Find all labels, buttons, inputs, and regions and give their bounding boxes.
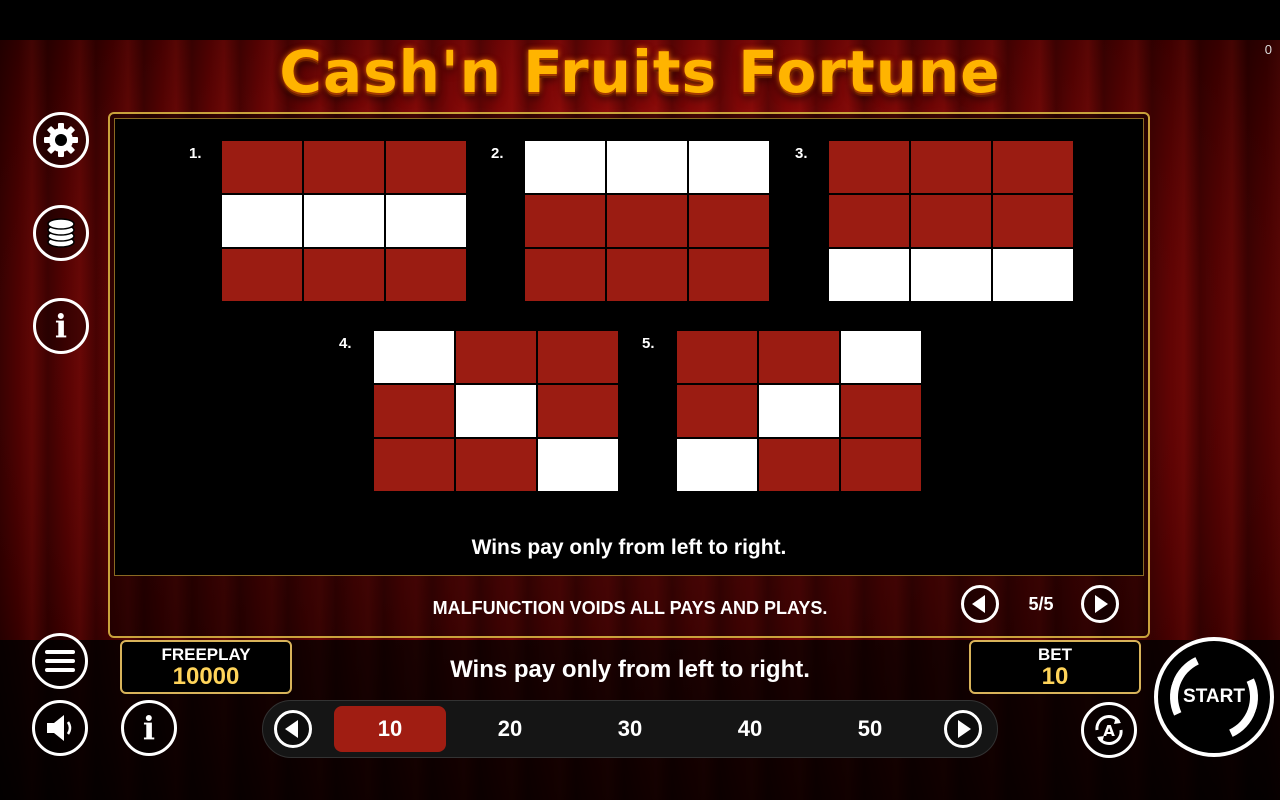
payline-cell-active <box>607 141 687 193</box>
payline-grid-1 <box>222 141 466 301</box>
payline-cell <box>374 439 454 491</box>
payline-cell <box>841 385 921 437</box>
page-indicator: 5/5 <box>1028 594 1054 614</box>
payline-cell-active <box>759 385 839 437</box>
payline-grid-4 <box>374 331 618 491</box>
line-option[interactable]: 40 <box>694 706 806 752</box>
payline-cell <box>993 141 1073 193</box>
line-option[interactable]: 20 <box>454 706 566 752</box>
payline-cell-active <box>222 195 302 247</box>
payline-cell-active <box>677 439 757 491</box>
arrow-left-icon <box>285 720 298 738</box>
balance-value: 10000 <box>172 663 240 690</box>
payline-cell <box>538 385 618 437</box>
lines-prev-button[interactable] <box>274 710 312 748</box>
payline-cell-active <box>993 249 1073 301</box>
payline-cell <box>374 385 454 437</box>
start-label: START <box>1183 686 1245 707</box>
payline-cell-active <box>911 249 991 301</box>
payline-cell <box>911 141 991 193</box>
payline-cell <box>841 439 921 491</box>
arrow-right-icon <box>1095 595 1108 613</box>
speaker-icon <box>47 715 72 741</box>
payline-cell <box>386 249 466 301</box>
payline-cell <box>222 141 302 193</box>
info-icon: i <box>142 709 156 747</box>
payline-cell <box>829 141 909 193</box>
payline-cell <box>538 331 618 383</box>
malfunction-notice: MALFUNCTION VOIDS ALL PAYS AND PLAYS. <box>432 598 828 618</box>
line-option[interactable]: 50 <box>814 706 926 752</box>
payline-cell <box>689 195 769 247</box>
payline-cell <box>607 195 687 247</box>
payline-cell-active <box>374 331 454 383</box>
lines-next-button[interactable] <box>944 710 982 748</box>
payline-cell <box>911 195 991 247</box>
autoplay-icon: A <box>1095 715 1123 745</box>
paylines-panel: 1. 2. 3. 4. 5. <box>114 118 1144 576</box>
game-title: Cash'n Fruits Fortune <box>279 38 1001 106</box>
payline-cell <box>525 195 605 247</box>
coins-button[interactable] <box>33 205 89 261</box>
payline-cell-active <box>304 195 384 247</box>
payline-cell <box>759 439 839 491</box>
line-option[interactable]: 10 <box>334 706 446 752</box>
bet-value: 10 <box>1041 663 1069 690</box>
start-spin-button[interactable]: START <box>1154 637 1274 757</box>
payline-cell-active <box>525 141 605 193</box>
payline-cell <box>386 141 466 193</box>
message-bar: Wins pay only from left to right. <box>450 656 810 683</box>
payline-cell <box>993 195 1073 247</box>
paytable-wins-note: Wins pay only from left to right. <box>471 536 787 559</box>
payline-cell <box>304 249 384 301</box>
payline-number: 5. <box>642 335 655 352</box>
payline-cell <box>677 331 757 383</box>
payline-number: 3. <box>795 145 808 162</box>
payline-cell-active <box>386 195 466 247</box>
balance-label: FREEPLAY <box>161 645 251 664</box>
prev-page-button[interactable] <box>961 585 999 623</box>
payline-grid-5 <box>677 331 921 491</box>
payline-cell <box>759 331 839 383</box>
payline-cell <box>456 439 536 491</box>
payline-cell <box>689 249 769 301</box>
payline-cell-active <box>841 331 921 383</box>
sound-button[interactable] <box>32 700 88 756</box>
menu-button[interactable] <box>32 633 88 689</box>
payline-cell-active <box>689 141 769 193</box>
autoplay-button[interactable]: A <box>1081 702 1137 758</box>
game-info-button[interactable]: i <box>121 700 177 756</box>
payline-cell <box>304 141 384 193</box>
payline-number: 2. <box>491 145 504 162</box>
payline-number: 1. <box>189 145 202 162</box>
next-page-button[interactable] <box>1081 585 1119 623</box>
payline-cell <box>607 249 687 301</box>
payline-grid-2 <box>525 141 769 301</box>
hamburger-menu-icon <box>45 650 75 672</box>
game-stage: 0 Cash'n Fruits Fortune 1. 2. 3. 4. 5. W… <box>0 0 1280 800</box>
payline-cell-active <box>538 439 618 491</box>
bet-label: BET <box>1038 645 1072 664</box>
payline-cell-active <box>456 385 536 437</box>
bet-box[interactable]: BET 10 <box>969 640 1141 694</box>
payline-cell-active <box>829 249 909 301</box>
top-black-bar <box>0 0 1280 40</box>
payline-cell <box>829 195 909 247</box>
payline-grid-3 <box>829 141 1073 301</box>
arrow-right-icon <box>958 720 971 738</box>
line-option[interactable]: 30 <box>574 706 686 752</box>
payline-cell <box>677 385 757 437</box>
settings-button[interactable] <box>33 112 89 168</box>
payline-cell <box>222 249 302 301</box>
info-button[interactable]: i <box>33 298 89 354</box>
svg-text:A: A <box>1103 722 1115 740</box>
payline-cell <box>525 249 605 301</box>
payline-number: 4. <box>339 335 352 352</box>
gear-icon <box>44 123 78 157</box>
coins-stack-icon <box>47 218 75 248</box>
info-icon: i <box>54 307 68 345</box>
payline-cell <box>456 331 536 383</box>
freeplay-balance-box: FREEPLAY 10000 <box>120 640 292 694</box>
arrow-left-icon <box>972 595 985 613</box>
